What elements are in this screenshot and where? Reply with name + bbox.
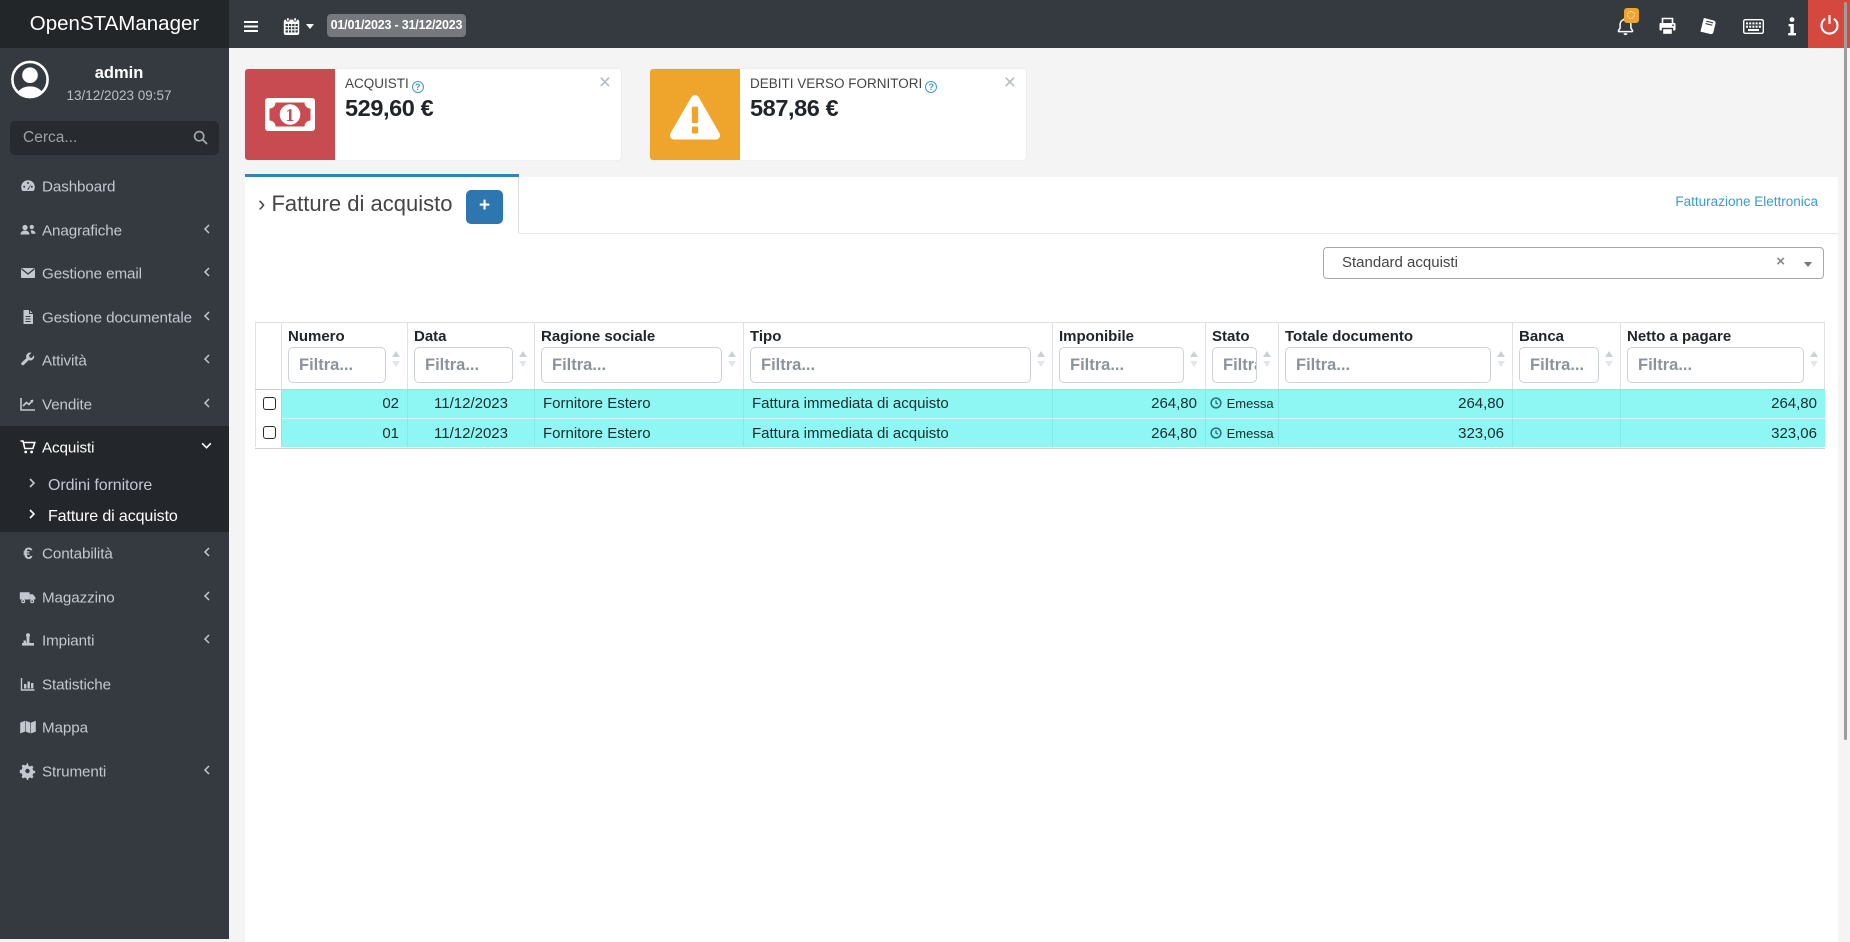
svg-text:1: 1 — [286, 105, 295, 125]
